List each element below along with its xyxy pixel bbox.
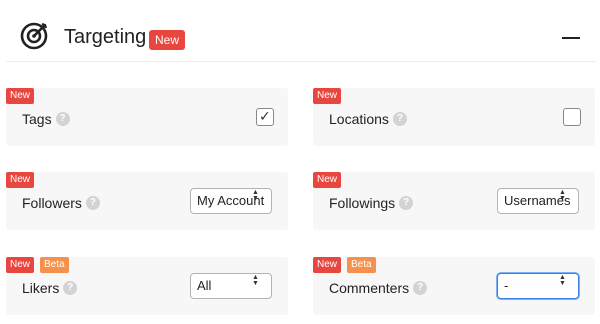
likers-label: Likers? [22, 279, 78, 297]
help-icon[interactable]: ? [55, 112, 70, 126]
commenters-label: Commenters? [329, 279, 428, 297]
locations-label: Locations? [329, 110, 407, 128]
tags-label: Tags? [22, 110, 70, 128]
commenters-select[interactable]: - ▲▼ [497, 273, 579, 299]
beta-tag: Beta [40, 257, 69, 273]
updown-arrow-icon: ▲▼ [559, 274, 566, 286]
collapse-button[interactable] [560, 29, 582, 45]
help-icon[interactable]: ? [85, 196, 100, 210]
updown-arrow-icon: ▲▼ [559, 189, 566, 201]
help-icon[interactable]: ? [63, 281, 78, 295]
help-icon[interactable]: ? [413, 281, 428, 295]
followings-card: New Followings? Usernames ▲▼ [313, 172, 595, 230]
page-title: Targeting [64, 26, 147, 48]
new-tag: New [313, 257, 342, 273]
commenters-card: New Beta Commenters? - ▲▼ [313, 257, 595, 315]
new-tag: New [313, 88, 342, 104]
likers-select[interactable]: All ▲▼ [190, 273, 272, 299]
new-tag: New [6, 172, 35, 188]
new-tag: New [6, 257, 35, 273]
new-badge: New [149, 30, 186, 50]
new-tag: New [313, 172, 342, 188]
updown-arrow-icon: ▲▼ [252, 274, 259, 286]
followers-card: New Followers? My Account ▲▼ [6, 172, 288, 230]
followers-label: Followers? [22, 194, 100, 212]
tags-card: New Tags? [6, 88, 288, 146]
tags-checkbox[interactable] [256, 107, 274, 126]
followers-select[interactable]: My Account ▲▼ [190, 188, 272, 214]
targeting-header: Targeting New [6, 6, 596, 62]
new-tag: New [6, 88, 35, 104]
updown-arrow-icon: ▲▼ [252, 189, 259, 201]
beta-tag: Beta [347, 257, 376, 273]
help-icon[interactable]: ? [399, 196, 414, 210]
likers-card: New Beta Likers? All ▲▼ [6, 257, 288, 315]
help-icon[interactable]: ? [392, 112, 407, 126]
followings-label: Followings? [329, 194, 414, 212]
followings-select[interactable]: Usernames ▲▼ [497, 188, 579, 214]
locations-card: New Locations? [313, 88, 595, 146]
target-icon [20, 22, 48, 50]
minus-icon [562, 37, 580, 39]
locations-checkbox[interactable] [563, 108, 581, 126]
